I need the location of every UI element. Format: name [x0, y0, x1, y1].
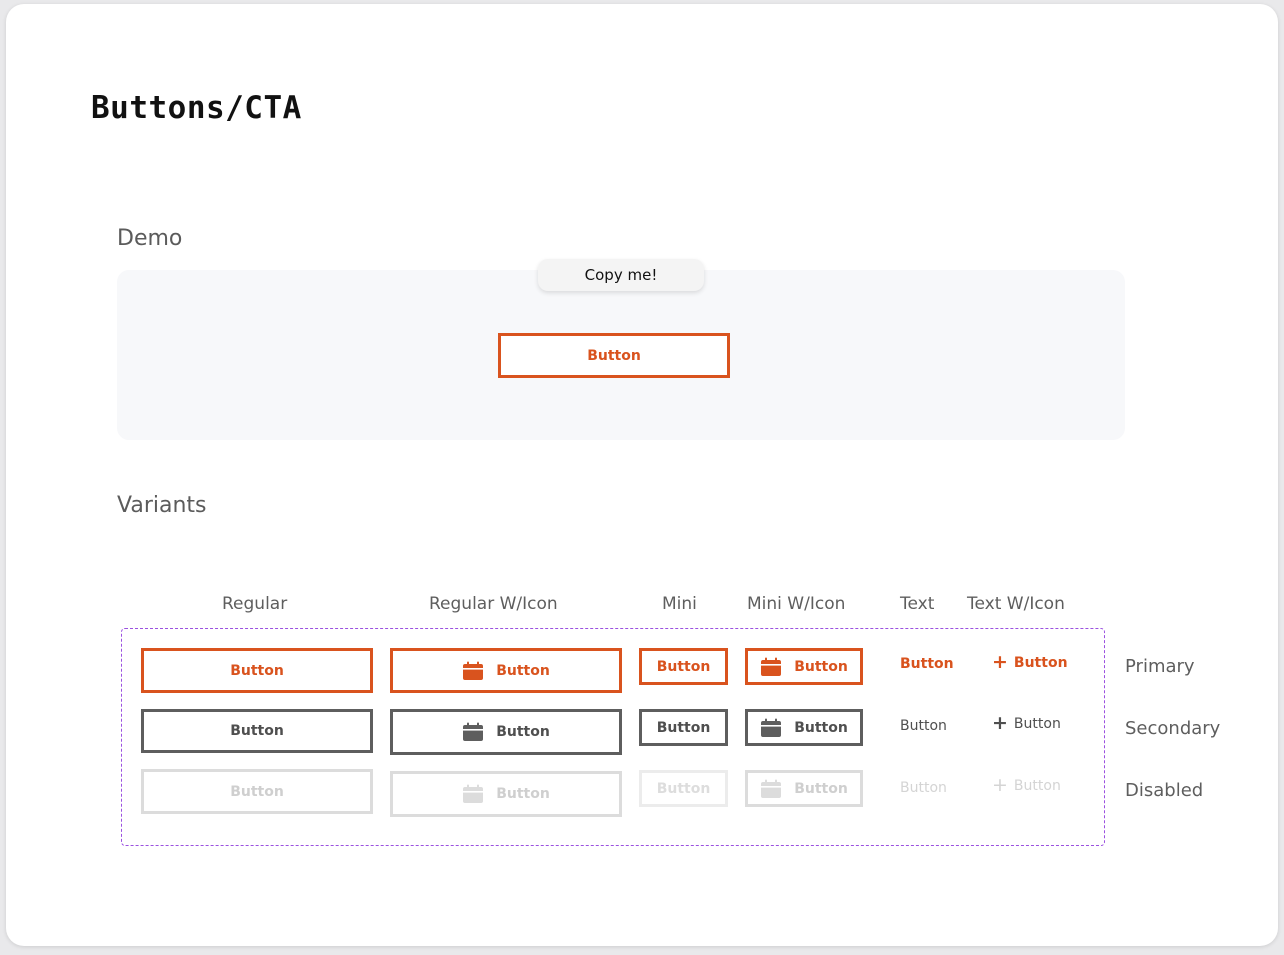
button-label: Button: [1013, 715, 1061, 732]
column-label-text: Text: [900, 594, 935, 614]
primary-regular-button[interactable]: Button: [141, 648, 373, 693]
row-label-primary: Primary: [1125, 656, 1195, 677]
calendar-icon: [760, 657, 782, 677]
calendar-icon: [462, 784, 484, 804]
button-label: Button: [794, 658, 848, 675]
primary-text-button[interactable]: Button: [900, 656, 954, 672]
disabled-regular-icon-button: Button: [390, 771, 622, 817]
primary-text-icon-button[interactable]: + Button: [992, 653, 1068, 672]
calendar-icon: [760, 718, 782, 738]
page-title: Buttons/CTA: [91, 90, 302, 126]
button-label: Button: [496, 662, 550, 679]
row-label-secondary: Secondary: [1125, 718, 1221, 739]
button-label: Button: [1013, 777, 1061, 794]
button-label: Button: [794, 780, 848, 797]
plus-icon: +: [992, 651, 1008, 673]
calendar-icon: [462, 661, 484, 681]
column-label-mini-with-icon: Mini W/Icon: [747, 594, 846, 614]
button-label: Button: [794, 719, 848, 736]
plus-icon: +: [992, 774, 1008, 796]
button-label: Button: [496, 786, 550, 802]
primary-regular-icon-button[interactable]: Button: [390, 648, 622, 693]
copy-me-button[interactable]: Copy me!: [538, 259, 704, 291]
column-label-text-with-icon: Text W/Icon: [967, 594, 1065, 614]
button-label: Button: [656, 719, 711, 736]
secondary-mini-icon-button[interactable]: Button: [745, 709, 863, 746]
secondary-text-icon-button[interactable]: + Button: [992, 714, 1061, 733]
disabled-text-button: Button: [900, 780, 947, 796]
secondary-regular-button[interactable]: Button: [141, 709, 373, 753]
plus-icon: +: [992, 712, 1008, 734]
column-label-mini: Mini: [662, 594, 697, 614]
button-label: Button: [1013, 654, 1068, 671]
row-label-disabled: Disabled: [1125, 780, 1204, 801]
button-label: Button: [900, 656, 954, 672]
calendar-icon: [462, 722, 484, 742]
secondary-text-button[interactable]: Button: [900, 718, 947, 734]
button-label: Button: [656, 658, 711, 675]
button-label: Button: [656, 780, 711, 797]
disabled-text-icon-button: + Button: [992, 776, 1061, 795]
button-label: Button: [230, 662, 284, 679]
button-label: Button: [900, 780, 947, 796]
calendar-icon: [760, 779, 782, 799]
button-label: Button: [230, 783, 284, 800]
secondary-mini-button[interactable]: Button: [639, 709, 728, 746]
column-label-regular: Regular: [222, 594, 288, 614]
variants-heading: Variants: [117, 493, 207, 518]
disabled-mini-icon-button: Button: [745, 770, 863, 807]
demo-button[interactable]: Button: [498, 333, 730, 378]
button-label: Button: [230, 723, 284, 739]
disabled-regular-button: Button: [141, 769, 373, 814]
primary-mini-button[interactable]: Button: [639, 648, 728, 685]
disabled-mini-button: Button: [639, 770, 728, 807]
secondary-regular-icon-button[interactable]: Button: [390, 709, 622, 755]
column-label-regular-with-icon: Regular W/Icon: [429, 594, 558, 614]
button-label: Button: [496, 724, 550, 740]
demo-heading: Demo: [117, 226, 183, 251]
primary-mini-icon-button[interactable]: Button: [745, 648, 863, 685]
button-label: Button: [900, 718, 947, 734]
